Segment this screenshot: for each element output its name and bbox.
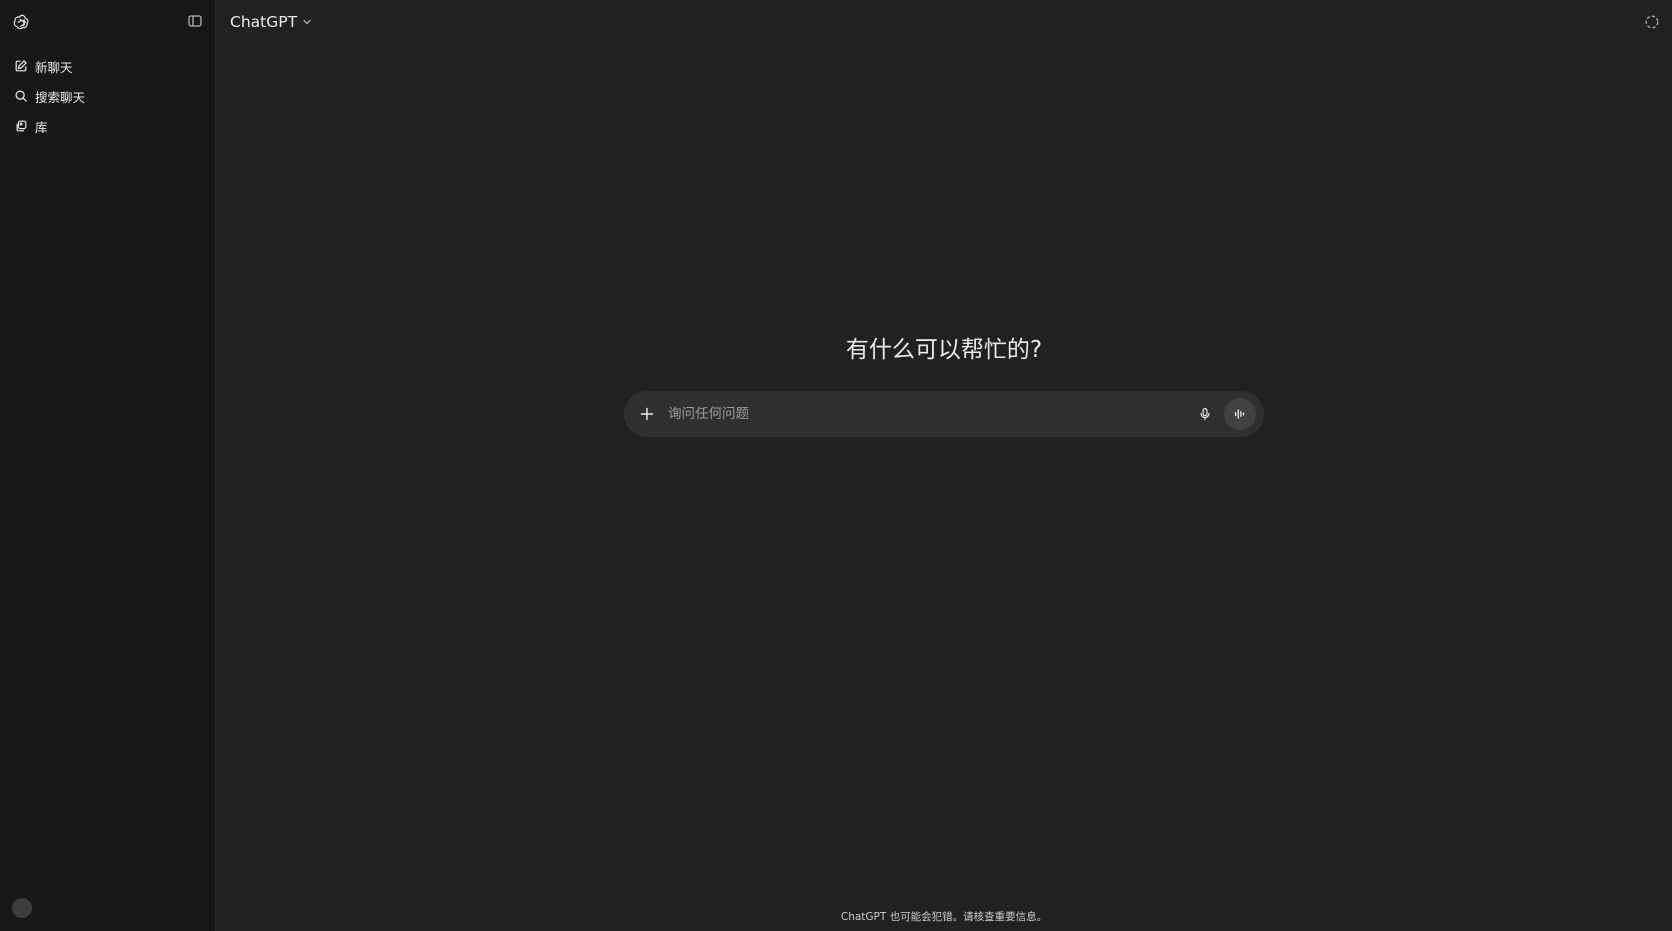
waveform-icon: [1234, 409, 1245, 419]
search-icon: [14, 89, 28, 103]
sidebar-header: [0, 0, 215, 44]
sidebar: 新聊天 搜索聊天 库: [0, 0, 216, 931]
chevron-down-icon: [301, 16, 313, 28]
model-name: ChatGPT: [230, 13, 298, 31]
main-panel: ChatGPT 有什么可以帮忙的? 询问任何问题 ChatGPT 也可能会犯错。…: [216, 0, 1672, 931]
temporary-chat-button[interactable]: [1644, 14, 1660, 30]
page-title: 有什么可以帮忙的?: [845, 337, 1043, 363]
voice-mode-button[interactable]: [1224, 398, 1256, 430]
dictate-button[interactable]: [1192, 401, 1218, 427]
edit-icon: [14, 59, 28, 73]
dashed-circle-icon: [1645, 15, 1659, 29]
sidebar-item-search-chats[interactable]: 搜索聊天: [8, 82, 207, 110]
attach-button[interactable]: [636, 403, 658, 425]
sidebar-item-label: 库: [35, 119, 48, 135]
composer: [624, 391, 1264, 437]
sidebar-item-library[interactable]: 库: [8, 112, 207, 140]
sidebar-item-new-chat[interactable]: 新聊天: [8, 52, 207, 80]
avatar[interactable]: [12, 898, 32, 918]
library-icon: [14, 119, 28, 133]
plus-icon: [640, 407, 654, 421]
sidebar-toggle-button[interactable]: [186, 12, 204, 30]
app-window: 新聊天 搜索聊天 库 ChatGPT 有什么可以帮忙的? 询问任何问题 Chat…: [0, 0, 1672, 931]
sidebar-item-label: 搜索聊天: [35, 89, 86, 105]
sidebar-toggle-icon: [188, 15, 202, 27]
sidebar-nav: 新聊天 搜索聊天 库: [8, 52, 207, 142]
model-switcher-button[interactable]: ChatGPT: [230, 10, 313, 34]
microphone-icon: [1200, 407, 1210, 421]
openai-logo-icon[interactable]: [12, 12, 32, 32]
prompt-input[interactable]: [666, 405, 1192, 423]
disclaimer-text: ChatGPT 也可能会犯错。请核查重要信息。: [840, 911, 1048, 923]
sidebar-item-label: 新聊天: [35, 59, 73, 75]
